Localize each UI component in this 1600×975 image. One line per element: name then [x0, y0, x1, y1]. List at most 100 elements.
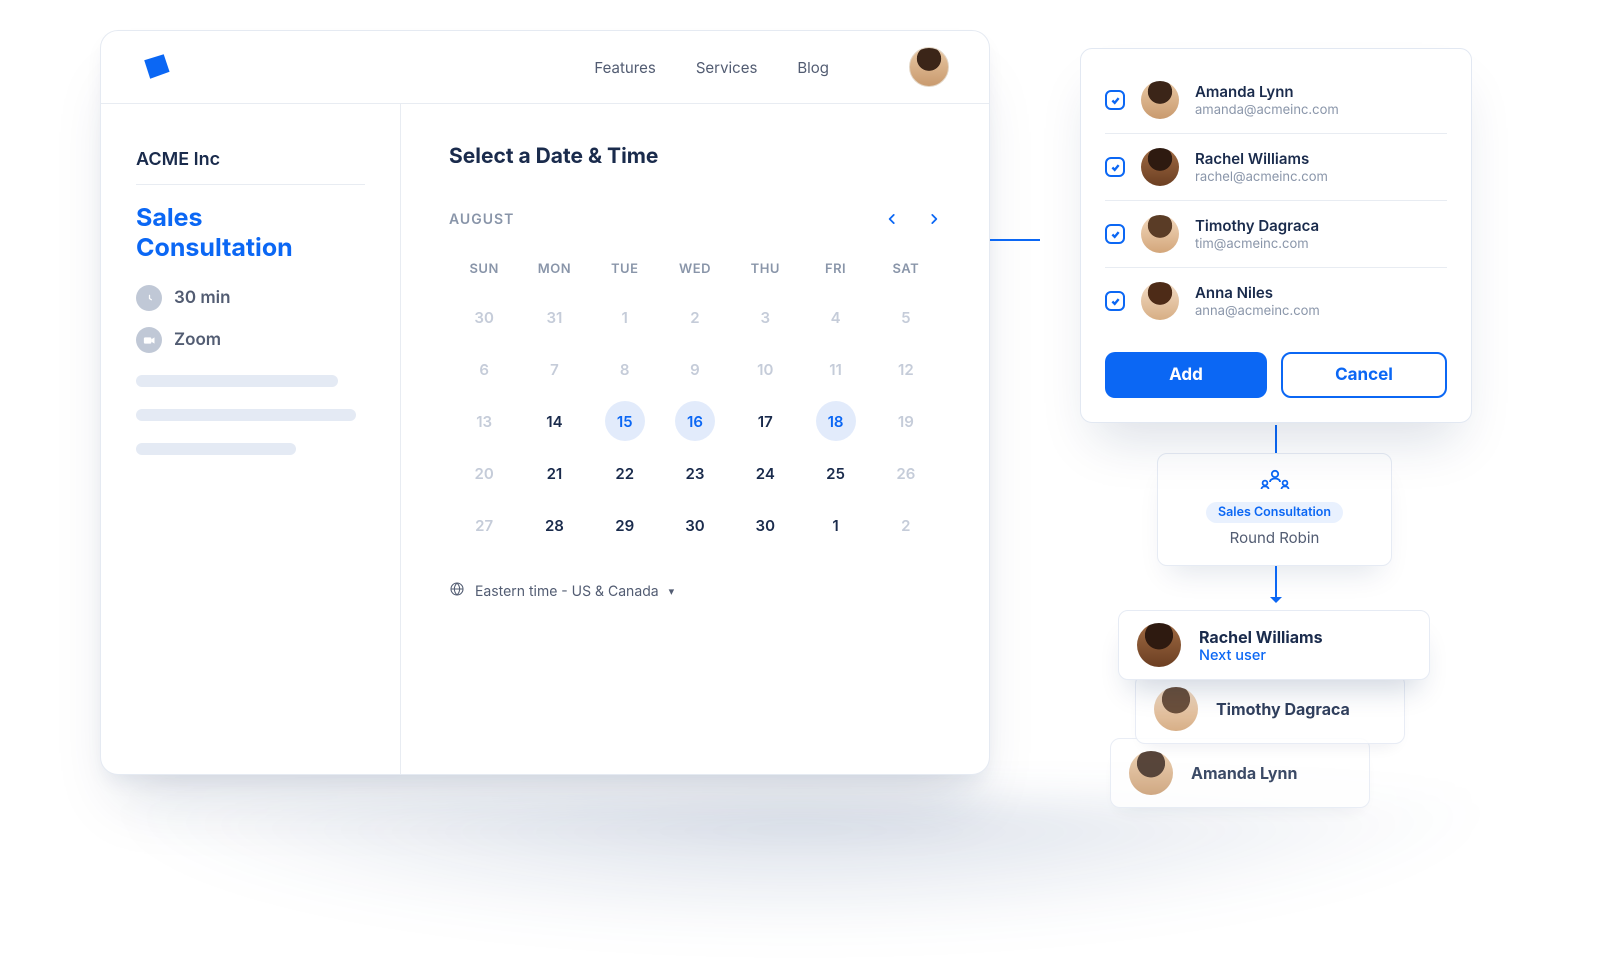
calendar-day: 7 [519, 343, 589, 395]
avatar [1141, 81, 1179, 119]
video-icon [136, 327, 162, 353]
calendar-day: 19 [871, 395, 941, 447]
add-button[interactable]: Add [1105, 352, 1267, 398]
calendar-day[interactable]: 15 [590, 395, 660, 447]
connector-line [1275, 425, 1277, 453]
participant-row: Anna Nilesanna@acmeinc.com [1105, 268, 1447, 334]
weekday-label: WED [660, 251, 730, 291]
calendar-day: 26 [871, 447, 941, 499]
calendar-day[interactable]: 21 [519, 447, 589, 499]
avatar [1137, 623, 1181, 667]
chevron-down-icon: ▾ [669, 584, 675, 598]
calendar-day[interactable]: 22 [590, 447, 660, 499]
calendar-day[interactable]: 23 [660, 447, 730, 499]
calendar-grid: SUNMONTUEWEDTHUFRISAT 303112345678910111… [449, 251, 941, 551]
participant-info: Amanda Lynnamanda@acmeinc.com [1195, 82, 1339, 118]
checkbox[interactable] [1105, 291, 1125, 311]
skeleton-line [136, 443, 296, 455]
calendar-panel: Select a Date & Time AUGUST SUNMONTUEWED… [401, 104, 989, 774]
participant-info: Anna Nilesanna@acmeinc.com [1195, 283, 1320, 319]
avatar [1141, 215, 1179, 253]
participant-info: Rachel Williamsrachel@acmeinc.com [1195, 149, 1328, 185]
calendar-day: 8 [590, 343, 660, 395]
checkbox[interactable] [1105, 224, 1125, 244]
calendar-day[interactable]: 25 [800, 447, 870, 499]
top-nav: Features Services Blog [594, 47, 949, 87]
avatar [1129, 751, 1173, 795]
duration-value: 30 min [174, 288, 230, 308]
calendar-day: 1 [590, 291, 660, 343]
user-avatar[interactable] [909, 47, 949, 87]
clock-icon [136, 285, 162, 311]
calendar-day: 27 [449, 499, 519, 551]
event-title: Sales Consultation [136, 203, 365, 263]
event-sidebar: ACME Inc Sales Consultation 30 min Zoom [101, 104, 401, 774]
calendar-day[interactable]: 17 [730, 395, 800, 447]
calendar-day[interactable]: 24 [730, 447, 800, 499]
calendar-day: 6 [449, 343, 519, 395]
location-value: Zoom [174, 330, 221, 350]
weekday-label: SAT [871, 251, 941, 291]
next-month-button[interactable] [927, 209, 941, 229]
participant-name: Amanda Lynn [1195, 82, 1339, 101]
calendar-day[interactable]: 18 [800, 395, 870, 447]
nav-link-services[interactable]: Services [696, 58, 758, 77]
calendar-day[interactable]: 1 [800, 499, 870, 551]
location-row: Zoom [136, 327, 365, 353]
calendar-day: 4 [800, 291, 870, 343]
queue-card: Rachel WilliamsNext user [1118, 610, 1430, 680]
calendar-day: 5 [871, 291, 941, 343]
panel-heading: Select a Date & Time [449, 144, 941, 169]
queue-name: Timothy Dagraca [1216, 699, 1350, 719]
calendar-day[interactable]: 16 [660, 395, 730, 447]
calendar-day: 2 [660, 291, 730, 343]
nav-link-blog[interactable]: Blog [797, 58, 829, 77]
nav-link-features[interactable]: Features [594, 58, 655, 77]
queue-name: Rachel Williams [1199, 627, 1323, 647]
participant-name: Anna Niles [1195, 283, 1320, 302]
checkbox[interactable] [1105, 90, 1125, 110]
arrow-down-icon [1270, 597, 1282, 609]
calendar-day: 9 [660, 343, 730, 395]
queue-card: Amanda Lynn [1110, 738, 1370, 808]
participant-email: amanda@acmeinc.com [1195, 102, 1339, 118]
checkbox[interactable] [1105, 157, 1125, 177]
connector-line [1275, 566, 1277, 600]
prev-month-button[interactable] [885, 209, 899, 229]
participant-info: Timothy Dagracatim@acmeinc.com [1195, 216, 1319, 252]
calendar-day[interactable]: 29 [590, 499, 660, 551]
card-header: Features Services Blog [101, 31, 989, 104]
calendar-day: 20 [449, 447, 519, 499]
card-body: ACME Inc Sales Consultation 30 min Zoom [101, 104, 989, 774]
calendar-day: 31 [519, 291, 589, 343]
calendar-day[interactable]: 14 [519, 395, 589, 447]
calendar-day: 12 [871, 343, 941, 395]
calendar-day[interactable]: 28 [519, 499, 589, 551]
duration-row: 30 min [136, 285, 365, 311]
calendar-day: 11 [800, 343, 870, 395]
calendar-day: 13 [449, 395, 519, 447]
round-robin-card: Sales Consultation Round Robin [1157, 453, 1392, 566]
org-name: ACME Inc [136, 149, 365, 185]
weekday-label: SUN [449, 251, 519, 291]
cancel-button[interactable]: Cancel [1281, 352, 1447, 398]
timezone-selector[interactable]: Eastern time - US & Canada ▾ [449, 581, 941, 601]
month-label: AUGUST [449, 211, 514, 228]
skeleton-line [136, 375, 338, 387]
timezone-label: Eastern time - US & Canada [475, 583, 659, 600]
avatar [1154, 687, 1198, 731]
weekday-label: TUE [590, 251, 660, 291]
participant-name: Timothy Dagraca [1195, 216, 1319, 235]
queue-name: Amanda Lynn [1191, 763, 1297, 783]
scheduling-card: Features Services Blog ACME Inc Sales Co… [100, 30, 990, 775]
weekday-label: MON [519, 251, 589, 291]
calendar-day: 3 [730, 291, 800, 343]
calendar-day[interactable]: 30 [660, 499, 730, 551]
globe-icon [449, 581, 465, 601]
queue-card: Timothy Dagraca [1135, 674, 1405, 744]
avatar [1141, 282, 1179, 320]
participants-panel: Amanda Lynnamanda@acmeinc.com Rachel Will… [1080, 48, 1472, 423]
round-robin-icon [1260, 468, 1290, 496]
participant-email: anna@acmeinc.com [1195, 303, 1320, 319]
calendar-day[interactable]: 30 [730, 499, 800, 551]
